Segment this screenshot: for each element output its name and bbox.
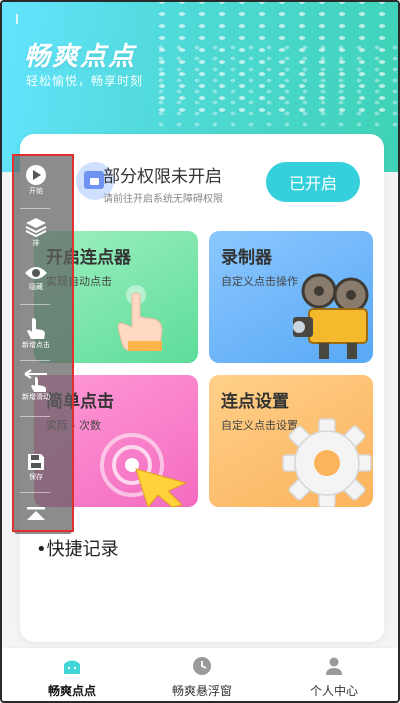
- toolbar-add-tap-button[interactable]: 新增点击: [18, 316, 54, 350]
- app-title: 畅爽点点: [24, 42, 137, 72]
- bullet: •: [36, 539, 47, 560]
- user-icon: [326, 657, 342, 675]
- toolbar-label: 保存: [29, 473, 43, 481]
- feature-title: 录制器: [221, 248, 272, 268]
- status-indicator: [16, 14, 18, 24]
- tab-home[interactable]: 畅爽点点: [12, 656, 132, 699]
- divider: [20, 492, 50, 493]
- divider: [20, 208, 50, 209]
- toolbar-start-button[interactable]: 开始: [18, 164, 54, 196]
- tab-floating-window[interactable]: 畅爽悬浮窗: [142, 656, 262, 699]
- film-camera-icon: [293, 273, 369, 359]
- toolbar-collapse-button[interactable]: [18, 506, 54, 522]
- toolbar-save-button[interactable]: 保存: [18, 452, 54, 482]
- home-icon: [64, 660, 80, 674]
- toolbar-label: 排: [32, 239, 40, 247]
- swipe-icon: [24, 369, 47, 392]
- collapse-icon: [27, 507, 45, 520]
- tab-profile[interactable]: 个人中心: [274, 656, 394, 699]
- tab-label: 个人中心: [309, 684, 358, 698]
- permission-description: 请前往开启系统无障碍权限: [103, 194, 223, 205]
- app-subtitle: 轻松愉悦，畅享时刻: [26, 74, 144, 88]
- permission-open-button[interactable]: 已开启: [266, 162, 360, 202]
- quick-record-heading[interactable]: •快捷记录: [36, 535, 119, 561]
- feature-title: 连点设置: [221, 392, 289, 412]
- permission-title: 部分权限未开启: [103, 167, 222, 187]
- save-icon: [28, 454, 44, 470]
- feature-subtitle: 自定义点击操作: [221, 275, 298, 288]
- target-cursor-icon: [100, 433, 188, 507]
- bottom-tab-bar: 畅爽点点 畅爽悬浮窗 个人中心: [2, 647, 398, 701]
- toolbar-layers-button[interactable]: 排: [18, 216, 54, 248]
- feature-tile-click-settings[interactable]: 连点设置 自定义点击设置: [209, 375, 373, 507]
- layers-icon: [25, 218, 47, 238]
- app-screen: 畅爽点点 轻松愉悦，畅享时刻 部分权限未开启 请前往开启系统无障碍权限 已开启 …: [0, 0, 400, 703]
- toolbar-label: 隐藏: [29, 283, 43, 291]
- pointing-hand-icon: [117, 285, 163, 351]
- gear-icon: [282, 418, 372, 507]
- toolbar-label: 开始: [29, 187, 43, 195]
- divider: [20, 304, 50, 305]
- toolbar-hide-button[interactable]: 隐藏: [18, 264, 54, 292]
- quick-record-label: 快捷记录: [46, 539, 119, 560]
- decorative-dots: [152, 42, 398, 132]
- eye-icon: [25, 267, 47, 279]
- floating-toolbar: 开始 排 隐藏 新增点击 新增滑动 保存: [14, 154, 72, 534]
- feature-tile-recorder[interactable]: 录制器 自定义点击操作: [209, 231, 373, 363]
- toolbar-label: 新增点击: [22, 341, 50, 349]
- tab-label: 畅爽点点: [47, 684, 96, 698]
- divider: [20, 416, 50, 417]
- toolbar-label: 新增滑动: [22, 393, 50, 401]
- divider: [20, 360, 50, 361]
- play-icon: [26, 165, 46, 185]
- toolbar-add-swipe-button[interactable]: 新增滑动: [18, 368, 54, 402]
- clock-icon: [193, 657, 211, 675]
- tab-label: 畅爽悬浮窗: [171, 684, 232, 698]
- tap-icon: [27, 318, 45, 339]
